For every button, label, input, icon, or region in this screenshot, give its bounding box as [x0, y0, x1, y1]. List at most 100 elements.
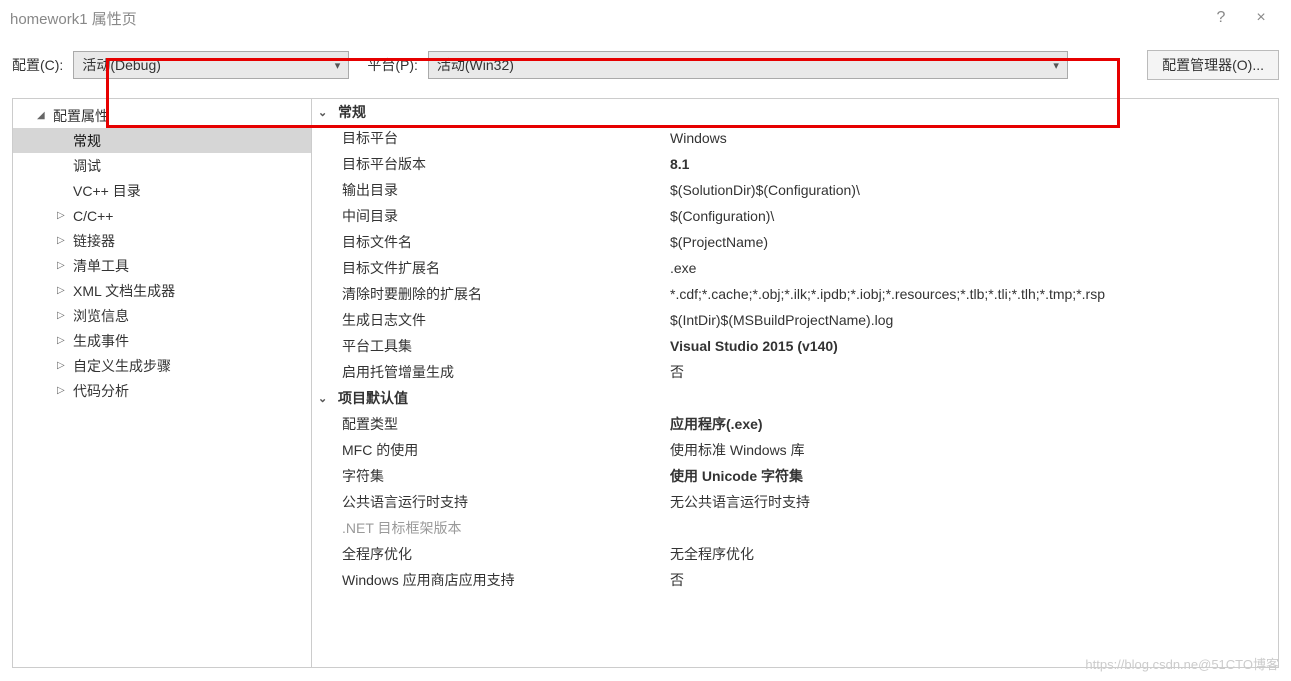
- tree-root[interactable]: ◢ 配置属性: [13, 103, 311, 128]
- property-row[interactable]: 输出目录$(SolutionDir)$(Configuration)\: [312, 177, 1278, 203]
- chevron-down-icon: ▾: [1053, 59, 1059, 72]
- property-row[interactable]: MFC 的使用使用标准 Windows 库: [312, 437, 1278, 463]
- property-value[interactable]: $(IntDir)$(MSBuildProjectName).log: [670, 312, 1278, 328]
- property-name: 目标平台版本: [312, 154, 670, 174]
- tree-item-label: XML 文档生成器: [73, 281, 175, 301]
- tree-root-label: 配置属性: [53, 106, 109, 126]
- tree-item-label: 链接器: [73, 231, 115, 251]
- tree-item[interactable]: ▷ C/C++: [13, 203, 311, 228]
- expander-closed-icon[interactable]: ▷: [57, 335, 69, 346]
- property-row[interactable]: .NET 目标框架版本: [312, 515, 1278, 541]
- property-row[interactable]: 清除时要删除的扩展名*.cdf;*.cache;*.obj;*.ilk;*.ip…: [312, 281, 1278, 307]
- property-row[interactable]: 公共语言运行时支持无公共语言运行时支持: [312, 489, 1278, 515]
- property-value[interactable]: 无公共语言运行时支持: [670, 492, 1278, 512]
- platform-value: 活动(Win32): [437, 55, 514, 75]
- section-title: 常规: [338, 102, 366, 122]
- expander-closed-icon[interactable]: ▷: [57, 385, 69, 396]
- property-name: 目标平台: [312, 128, 670, 148]
- main-area: ◢ 配置属性 常规调试 VC++ 目录 ▷ C/C++ ▷ 链接器 ▷ 清单工具 ▷ XML 文档…: [12, 98, 1279, 668]
- property-value[interactable]: 8.1: [670, 156, 1278, 172]
- property-value[interactable]: .exe: [670, 260, 1278, 276]
- property-row[interactable]: 全程序优化无全程序优化: [312, 541, 1278, 567]
- property-name: 目标文件扩展名: [312, 258, 670, 278]
- tree-item[interactable]: ▷ 代码分析: [13, 378, 311, 403]
- chevron-down-icon[interactable]: ⌄: [318, 106, 332, 119]
- property-name: 清除时要删除的扩展名: [312, 284, 670, 304]
- property-row[interactable]: Windows 应用商店应用支持否: [312, 567, 1278, 593]
- tree-item-label: 清单工具: [73, 256, 129, 276]
- close-icon[interactable]: ×: [1241, 9, 1281, 27]
- tree-item[interactable]: ▷ 生成事件: [13, 328, 311, 353]
- property-value[interactable]: 无全程序优化: [670, 544, 1278, 564]
- property-row[interactable]: 启用托管增量生成否: [312, 359, 1278, 385]
- property-row[interactable]: 目标文件名$(ProjectName): [312, 229, 1278, 255]
- expander-closed-icon[interactable]: ▷: [57, 210, 69, 221]
- property-value[interactable]: $(ProjectName): [670, 234, 1278, 250]
- property-name: 中间目录: [312, 206, 670, 226]
- property-value[interactable]: 否: [670, 362, 1278, 382]
- expander-closed-icon[interactable]: ▷: [57, 360, 69, 371]
- tree-item-label: 自定义生成步骤: [73, 356, 171, 376]
- property-row[interactable]: 目标平台版本8.1: [312, 151, 1278, 177]
- config-manager-button[interactable]: 配置管理器(O)...: [1147, 50, 1279, 80]
- chevron-down-icon[interactable]: ⌄: [318, 392, 332, 405]
- tree-item[interactable]: ▷ 清单工具: [13, 253, 311, 278]
- property-row[interactable]: 生成日志文件$(IntDir)$(MSBuildProjectName).log: [312, 307, 1278, 333]
- expander-closed-icon[interactable]: ▷: [57, 285, 69, 296]
- titlebar: homework1 属性页 ? ×: [0, 0, 1291, 36]
- config-combo[interactable]: 活动(Debug) ▾: [73, 51, 349, 79]
- property-name: MFC 的使用: [312, 440, 670, 460]
- property-name: 公共语言运行时支持: [312, 492, 670, 512]
- tree-item-label: 浏览信息: [73, 306, 129, 326]
- tree-item[interactable]: ▷ 链接器: [13, 228, 311, 253]
- section-header[interactable]: ⌄ 常规: [312, 99, 1278, 125]
- expander-closed-icon[interactable]: ▷: [57, 235, 69, 246]
- property-name: 配置类型: [312, 414, 670, 434]
- property-name: Windows 应用商店应用支持: [312, 570, 670, 590]
- tree-item[interactable]: ▷ 自定义生成步骤: [13, 353, 311, 378]
- help-icon[interactable]: ?: [1201, 9, 1241, 27]
- property-value[interactable]: $(Configuration)\: [670, 208, 1278, 224]
- tree-item-label: 代码分析: [73, 381, 129, 401]
- tree-item-label: 常规: [73, 131, 101, 151]
- property-value[interactable]: Visual Studio 2015 (v140): [670, 338, 1278, 354]
- tree-item[interactable]: ▷ XML 文档生成器: [13, 278, 311, 303]
- property-value[interactable]: 应用程序(.exe): [670, 414, 1278, 434]
- property-value[interactable]: 否: [670, 570, 1278, 590]
- property-row[interactable]: 目标平台Windows: [312, 125, 1278, 151]
- tree-item[interactable]: ▷ 浏览信息: [13, 303, 311, 328]
- tree-item-label: C/C++: [73, 208, 113, 224]
- property-row[interactable]: 字符集使用 Unicode 字符集: [312, 463, 1278, 489]
- platform-combo[interactable]: 活动(Win32) ▾: [428, 51, 1068, 79]
- tree-item[interactable]: 调试: [13, 153, 311, 178]
- config-label: 配置(C):: [12, 55, 63, 75]
- property-row[interactable]: 配置类型应用程序(.exe): [312, 411, 1278, 437]
- property-row[interactable]: 中间目录$(Configuration)\: [312, 203, 1278, 229]
- section-header[interactable]: ⌄ 项目默认值: [312, 385, 1278, 411]
- property-grid[interactable]: ⌄常规目标平台Windows目标平台版本8.1输出目录$(SolutionDir…: [312, 98, 1279, 668]
- property-value[interactable]: $(SolutionDir)$(Configuration)\: [670, 182, 1278, 198]
- property-value[interactable]: 使用标准 Windows 库: [670, 440, 1278, 460]
- property-value[interactable]: Windows: [670, 130, 1278, 146]
- expander-open-icon[interactable]: ◢: [37, 110, 49, 121]
- window-title: homework1 属性页: [10, 8, 137, 29]
- property-name: 全程序优化: [312, 544, 670, 564]
- expander-closed-icon[interactable]: ▷: [57, 260, 69, 271]
- property-name: 输出目录: [312, 180, 670, 200]
- property-name: .NET 目标框架版本: [312, 518, 670, 538]
- property-row[interactable]: 目标文件扩展名.exe: [312, 255, 1278, 281]
- tree-item-label: 生成事件: [73, 331, 129, 351]
- property-row[interactable]: 平台工具集Visual Studio 2015 (v140): [312, 333, 1278, 359]
- tree-item[interactable]: VC++ 目录: [13, 178, 311, 203]
- property-tree[interactable]: ◢ 配置属性 常规调试 VC++ 目录 ▷ C/C++ ▷ 链接器 ▷ 清单工具 ▷ XML 文档…: [12, 98, 312, 668]
- tree-item[interactable]: 常规: [13, 128, 311, 153]
- property-value[interactable]: *.cdf;*.cache;*.obj;*.ilk;*.ipdb;*.iobj;…: [670, 286, 1278, 302]
- section-title: 项目默认值: [338, 388, 408, 408]
- property-name: 启用托管增量生成: [312, 362, 670, 382]
- chevron-down-icon: ▾: [335, 59, 341, 72]
- expander-closed-icon[interactable]: ▷: [57, 310, 69, 321]
- property-name: 平台工具集: [312, 336, 670, 356]
- tree-item-label: VC++ 目录: [73, 181, 141, 201]
- property-value[interactable]: 使用 Unicode 字符集: [670, 466, 1278, 486]
- tree-item-label: 调试: [73, 156, 101, 176]
